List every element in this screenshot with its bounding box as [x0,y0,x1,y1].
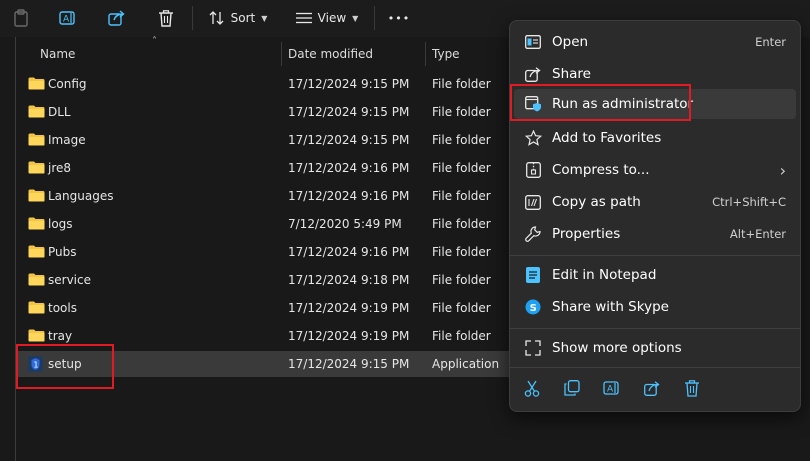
rename-icon[interactable]: A [56,4,80,32]
open-icon [524,34,542,50]
file-type: File folder [432,105,491,119]
file-date-modified: 17/12/2024 9:19 PM [288,329,410,343]
file-name: DLL [48,105,71,119]
file-type: Application [432,357,500,371]
sort-icon [209,11,224,25]
cut-icon[interactable] [520,377,544,399]
file-date-modified: 7/12/2020 5:49 PM [288,217,402,231]
wrench-icon [524,226,542,242]
share-icon[interactable] [640,377,664,399]
paste-icon[interactable] [10,4,32,32]
folder-row[interactable]: DLL 17/12/2024 9:15 PM File folder [18,99,512,125]
file-name: Languages [48,189,114,203]
view-label: View [317,11,347,25]
file-type: File folder [432,77,491,91]
file-name: jre8 [48,161,72,175]
file-date-modified: 17/12/2024 9:16 PM [288,161,410,175]
file-date-modified: 17/12/2024 9:16 PM [288,189,410,203]
file-type: File folder [432,329,491,343]
share-icon [524,66,542,82]
folder-row[interactable]: tools 17/12/2024 9:19 PM File folder [18,295,512,321]
folder-row[interactable]: Languages 17/12/2024 9:16 PM File folder [18,183,512,209]
file-date-modified: 17/12/2024 9:18 PM [288,273,410,287]
sort-button[interactable]: Sort ▼ [206,4,270,32]
file-type: File folder [432,245,491,259]
file-name: Image [48,133,86,147]
toolbar-divider [192,6,193,30]
file-type: File folder [432,273,491,287]
view-button[interactable]: View ▼ [294,4,360,32]
column-divider[interactable] [281,42,282,66]
menu-item-compress-to[interactable]: Compress to... › [514,155,796,185]
chevron-down-icon: ▼ [352,13,359,23]
copy-path-icon [524,194,542,210]
file-date-modified: 17/12/2024 9:15 PM [288,77,410,91]
run-as-admin-highlight-box [510,84,691,121]
file-type: File folder [432,189,491,203]
folder-row[interactable]: Pubs 17/12/2024 9:16 PM File folder [18,239,512,265]
column-header-name[interactable]: Name [40,42,75,66]
folder-row[interactable]: logs 7/12/2020 5:49 PM File folder [18,211,512,237]
menu-item-open[interactable]: Open Enter [514,27,796,57]
svg-text:A: A [63,15,70,25]
star-icon [524,130,542,146]
share-icon[interactable] [105,4,129,32]
menu-item-properties[interactable]: Properties Alt+Enter [514,219,796,249]
sort-label: Sort [230,11,256,25]
notepad-icon [524,267,542,283]
menu-item-copy-as-path[interactable]: Copy as path Ctrl+Shift+C [514,187,796,217]
menu-separator [510,367,800,368]
folder-row[interactable]: Image 17/12/2024 9:15 PM File folder [18,127,512,153]
column-header-type[interactable]: Type [432,42,460,66]
file-name: logs [48,217,73,231]
file-name: Config [48,77,87,91]
rename-icon[interactable]: A [600,377,624,399]
delete-icon[interactable] [680,377,704,399]
show-more-icon [524,340,542,356]
copy-icon[interactable] [560,377,584,399]
column-divider[interactable] [425,42,426,66]
chevron-down-icon: ▼ [261,13,268,23]
folder-row[interactable]: service 17/12/2024 9:18 PM File folder [18,267,512,293]
svg-text:A: A [607,385,614,395]
file-type: File folder [432,217,491,231]
sort-caret-icon: ˄ [152,36,157,47]
column-header-date[interactable]: Date modified [288,42,373,66]
submenu-arrow-icon: › [779,160,786,180]
menu-item-add-to-favorites[interactable]: Add to Favorites [514,123,796,153]
delete-icon[interactable] [154,4,178,32]
setup-highlight-box [16,344,114,389]
skype-icon: S [524,299,542,315]
svg-text:S: S [530,303,537,314]
menu-item-show-more-options[interactable]: Show more options [514,333,796,363]
file-date-modified: 17/12/2024 9:16 PM [288,245,410,259]
view-icon [295,12,312,24]
file-date-modified: 17/12/2024 9:15 PM [288,357,410,371]
more-icon: ••• [387,11,411,25]
toolbar-divider [374,6,375,30]
file-date-modified: 17/12/2024 9:15 PM [288,133,410,147]
menu-separator [510,328,800,329]
menu-item-share-with-skype[interactable]: S Share with Skype [514,292,796,322]
file-date-modified: 17/12/2024 9:15 PM [288,105,410,119]
file-type: File folder [432,133,491,147]
file-name: Pubs [48,245,77,259]
file-name: service [48,273,91,287]
folder-row[interactable]: jre8 17/12/2024 9:16 PM File folder [18,155,512,181]
more-options-button[interactable]: ••• [386,4,412,32]
file-type: File folder [432,161,491,175]
compress-icon [524,162,542,178]
file-name: tools [48,301,77,315]
file-type: File folder [432,301,491,315]
menu-separator [510,255,800,256]
nav-pane-border [15,37,16,461]
menu-item-edit-in-notepad[interactable]: Edit in Notepad [514,260,796,290]
file-date-modified: 17/12/2024 9:19 PM [288,301,410,315]
folder-row[interactable]: Config 17/12/2024 9:15 PM File folder [18,71,512,97]
context-menu: Open Enter Share Run as administrator Ad… [509,20,801,412]
